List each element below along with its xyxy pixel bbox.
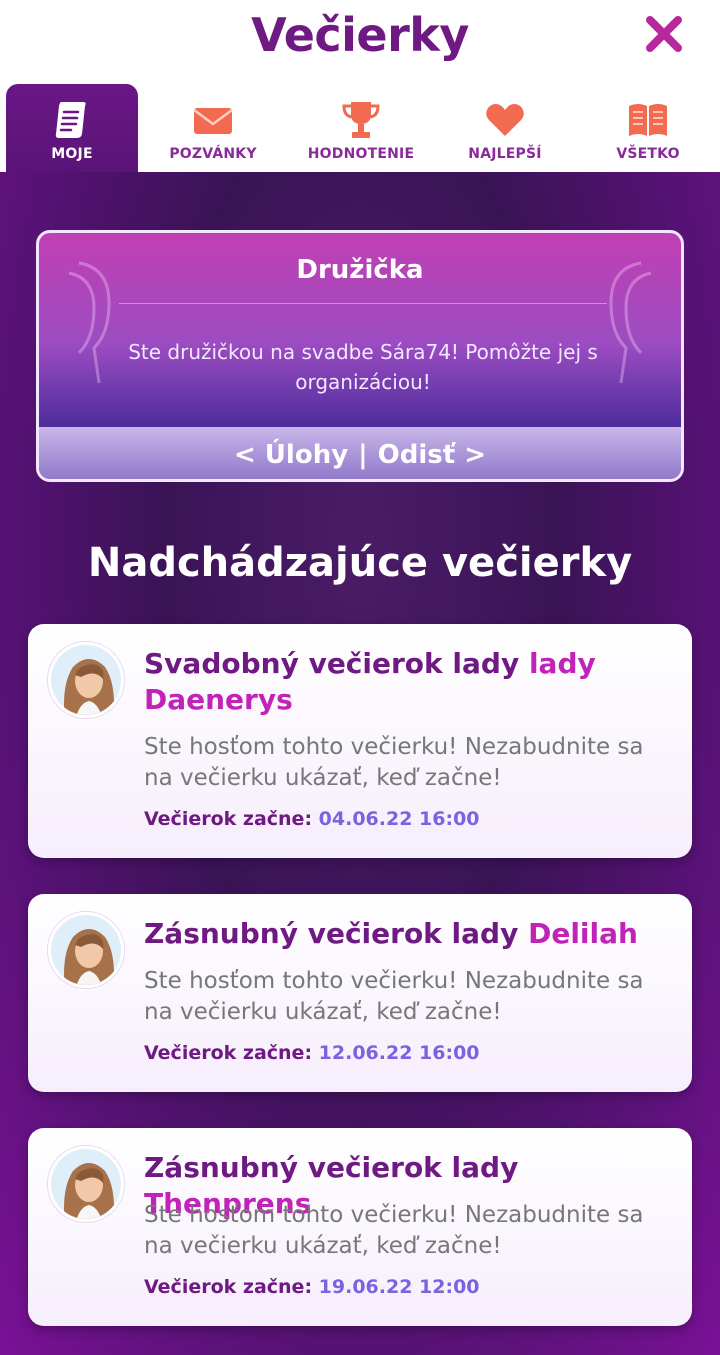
trophy-icon: [338, 96, 384, 142]
scroll-icon: [49, 96, 95, 142]
start-label: Večierok začne:: [144, 808, 313, 830]
tab-label: NAJLEPŠÍ: [468, 146, 542, 162]
heart-icon: [482, 96, 528, 142]
party-description: Ste hosťom tohto večierku! Nezabudnite s…: [144, 734, 644, 791]
book-icon: [625, 96, 671, 142]
party-description: Ste hosťom tohto večierku! Nezabudnite s…: [144, 1202, 644, 1259]
tab-pozvanky[interactable]: POZVÁNKY: [138, 84, 288, 172]
banner-actions: < Úlohy | Odisť >: [39, 427, 681, 479]
party-host-name: Delilah: [528, 917, 638, 950]
start-date: 12.06.22 16:00: [318, 1042, 480, 1064]
tab-bar: MOJE POZVÁNKY HODNOTENIE NAJLEPŠÍ VŠETKO: [0, 84, 720, 172]
top-bar: Večierky MOJE POZVÁNKY HODNOTENIE NAJLEP…: [0, 0, 720, 172]
actions-separator: |: [358, 439, 368, 470]
party-start: Večierok začne: 12.06.22 16:00: [144, 1042, 480, 1064]
avatar: [48, 1146, 124, 1222]
party-card[interactable]: Zásnubný večierok lady Delilah Ste hosťo…: [28, 894, 692, 1092]
party-title-prefix: Zásnubný večierok lady: [144, 917, 529, 950]
bridesmaid-banner: Družička Ste družičkou na svadbe Sára74!…: [36, 230, 684, 482]
tab-hodnotenie[interactable]: HODNOTENIE: [288, 84, 434, 172]
upcoming-parties-title: Nadchádzajúce večierky: [87, 540, 633, 586]
party-description: Ste hosťom tohto večierku! Nezabudnite s…: [144, 968, 644, 1025]
party-card[interactable]: Zásnubný večierok lady Thenprens Ste hos…: [28, 1128, 692, 1326]
start-date: 19.06.22 12:00: [318, 1276, 480, 1298]
divider: [119, 303, 607, 304]
envelope-icon: [190, 96, 236, 142]
tab-moje[interactable]: MOJE: [6, 84, 138, 172]
start-label: Večierok začne:: [144, 1276, 313, 1298]
party-card[interactable]: Svadobný večierok lady lady Daenerys Ste…: [28, 624, 692, 858]
tab-label: VŠETKO: [616, 146, 680, 162]
party-title-prefix: Svadobný večierok lady: [144, 647, 529, 680]
tab-label: MOJE: [51, 146, 93, 162]
avatar: [48, 912, 124, 988]
page-title: Večierky: [251, 8, 469, 62]
party-title-prefix: Zásnubný večierok lady: [144, 1151, 519, 1184]
close-icon[interactable]: [640, 10, 688, 58]
tab-label: HODNOTENIE: [307, 146, 415, 162]
party-title: Zásnubný večierok lady Delilah: [144, 916, 674, 952]
tab-najlepsi[interactable]: NAJLEPŠÍ: [434, 84, 576, 172]
leave-button[interactable]: Odisť >: [378, 440, 486, 470]
tab-vsetko[interactable]: VŠETKO: [576, 84, 720, 172]
banner-title: Družička: [296, 255, 424, 285]
avatar: [48, 642, 124, 718]
banner-text: Ste družičkou na svadbe Sára74! Pomôžte …: [128, 340, 598, 394]
start-label: Večierok začne:: [144, 1042, 313, 1064]
party-start: Večierok začne: 19.06.22 12:00: [144, 1276, 480, 1298]
tasks-button[interactable]: < Úlohy: [234, 440, 348, 470]
start-date: 04.06.22 16:00: [318, 808, 480, 830]
tab-label: POZVÁNKY: [169, 146, 257, 162]
party-title: Svadobný večierok lady lady Daenerys: [144, 646, 674, 718]
party-start: Večierok začne: 04.06.22 16:00: [144, 808, 480, 830]
